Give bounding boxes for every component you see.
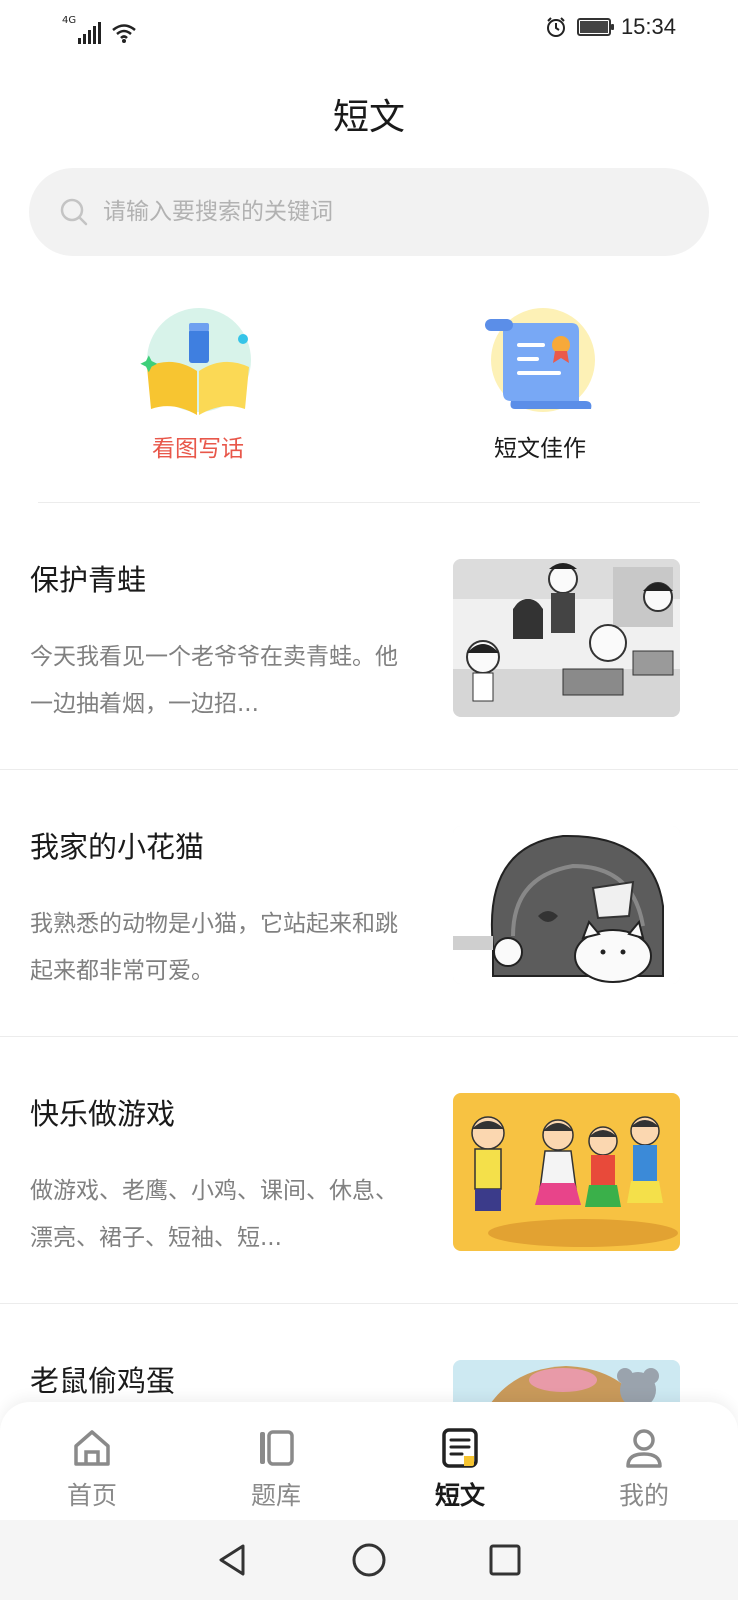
article-summary: 做游戏、老鹰、小鸡、课间、休息、漂亮、裙子、短袖、短... — [30, 1178, 398, 1251]
status-time: 15:34 — [620, 14, 676, 39]
nav-label: 题库 — [250, 1481, 301, 1510]
scroll-certificate-icon — [485, 308, 595, 412]
system-nav-bar — [0, 1520, 738, 1600]
status-left: 4G — [62, 16, 137, 44]
nav-label: 我的 — [618, 1481, 669, 1510]
open-book-pencil-icon — [140, 308, 251, 415]
status-right: 15:34 — [545, 14, 676, 40]
home-icon — [74, 1430, 110, 1466]
battery-icon — [576, 18, 614, 36]
article-summary: 我熟悉的动物是小猫，它站起来和跳起来都非常可爱。 — [30, 911, 398, 984]
bottom-nav: 首页 题库 短文 我的 — [0, 1402, 738, 1520]
category-look-and-write[interactable]: 看图写话 — [98, 305, 298, 463]
recents-square-icon[interactable] — [487, 1542, 523, 1578]
alarm-icon — [546, 17, 565, 37]
article-item[interactable]: 快乐做游戏 做游戏、老鹰、小鸡、课间、休息、漂亮、裙子、短袖、短... — [0, 1037, 738, 1304]
category-label: 短文佳作 — [494, 436, 586, 462]
signal-icon — [78, 22, 102, 44]
article-title: 快乐做游戏 — [30, 1097, 176, 1131]
search-input[interactable] — [103, 199, 603, 225]
nav-item-home[interactable]: 首页 — [0, 1402, 184, 1520]
article-thumbnail — [453, 826, 680, 984]
page-title: 短文 — [332, 97, 405, 138]
nav-label: 短文 — [434, 1481, 485, 1510]
search-bar[interactable] — [29, 168, 709, 256]
article-item[interactable]: 我家的小花猫 我熟悉的动物是小猫，它站起来和跳起来都非常可爱。 — [0, 770, 738, 1037]
article-thumbnail — [453, 559, 680, 717]
article-title: 保护青蛙 — [30, 563, 147, 597]
search-icon — [60, 198, 88, 226]
category-label: 看图写话 — [152, 436, 244, 462]
nav-item-profile[interactable]: 我的 — [552, 1402, 736, 1520]
question-bank-icon — [260, 1430, 294, 1466]
person-icon — [626, 1429, 662, 1468]
article-title: 老鼠偷鸡蛋 — [30, 1364, 176, 1398]
home-circle-icon[interactable] — [351, 1542, 387, 1578]
wifi-icon — [112, 24, 136, 43]
nav-item-question-bank[interactable]: 题库 — [184, 1402, 368, 1520]
status-bar: 4G 15:34 — [0, 0, 738, 60]
article-thumbnail — [453, 1093, 680, 1251]
category-featured-essays[interactable]: 短文佳作 — [440, 305, 640, 463]
back-icon[interactable] — [215, 1542, 251, 1578]
article-summary: 今天我看见一个老爷爷在卖青蛙。他一边抽着烟，一边招... — [30, 644, 398, 717]
document-icon — [442, 1428, 478, 1468]
nav-label: 首页 — [66, 1481, 117, 1510]
article-title: 我家的小花猫 — [30, 830, 205, 864]
network-type: 4G — [62, 15, 77, 26]
article-item[interactable]: 保护青蛙 今天我看见一个老爷爷在卖青蛙。他一边抽着烟，一边招... — [0, 503, 738, 770]
battery-fill — [579, 21, 608, 33]
nav-item-essays[interactable]: 短文 — [368, 1402, 552, 1520]
